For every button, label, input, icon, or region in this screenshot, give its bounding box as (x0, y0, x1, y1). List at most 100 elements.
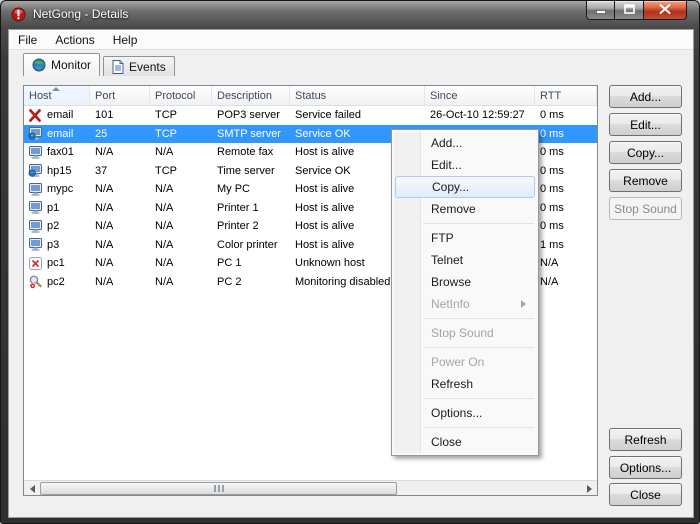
column-label: RTT (540, 90, 561, 102)
host-icon (27, 238, 43, 251)
context-menu-item-remove[interactable]: Remove (395, 198, 535, 220)
app-icon (11, 7, 26, 22)
title-bar[interactable]: NetGong - Details (1, 1, 699, 29)
cell-protocol: N/A (150, 220, 212, 232)
context-menu-item-power-on: Power On (395, 351, 535, 373)
column-header-status[interactable]: Status (290, 86, 425, 105)
context-menu-item-refresh[interactable]: Refresh (395, 373, 535, 395)
scroll-left-icon[interactable] (24, 481, 40, 496)
edit-button[interactable]: Edit... (609, 113, 682, 136)
monitoring-disabled-icon (27, 275, 43, 289)
context-menu-item-netinfo: NetInfo (395, 293, 535, 315)
cell-protocol: N/A (150, 146, 212, 158)
column-label: Protocol (155, 90, 195, 102)
context-menu-item-ftp[interactable]: FTP (395, 227, 535, 249)
options-button[interactable]: Options... (609, 456, 682, 479)
column-header-since[interactable]: Since (425, 86, 535, 105)
cell-host: email (24, 127, 90, 140)
menubar-item-actions[interactable]: Actions (46, 31, 103, 49)
close-button[interactable] (644, 1, 687, 20)
sort-ascending-icon (52, 87, 60, 91)
close-icon (659, 1, 671, 19)
cell-port: N/A (90, 183, 150, 195)
tab-monitor[interactable]: Monitor (23, 53, 100, 76)
cell-protocol: N/A (150, 276, 212, 288)
column-label: Since (430, 90, 458, 102)
add-button[interactable]: Add... (609, 85, 682, 108)
cell-description: Color printer (212, 239, 290, 251)
menu-separator (423, 347, 534, 348)
stop-sound-button[interactable]: Stop Sound (609, 197, 682, 220)
document-icon (112, 60, 124, 74)
tab-label: Monitor (51, 58, 91, 72)
unknown-host-icon (27, 257, 43, 270)
host-icon (27, 183, 43, 196)
cell-protocol: N/A (150, 202, 212, 214)
refresh-button[interactable]: Refresh (609, 428, 682, 451)
column-label: Status (295, 90, 326, 102)
menu-separator (423, 427, 534, 428)
cell-host: pc1 (24, 257, 90, 270)
menubar-item-help[interactable]: Help (104, 31, 147, 49)
cell-host: p1 (24, 201, 90, 214)
cell-rtt: 0 ms (535, 165, 597, 177)
remove-button[interactable]: Remove (609, 169, 682, 192)
grip-icon (218, 485, 220, 492)
column-header-description[interactable]: Description (212, 86, 290, 105)
tab-events[interactable]: Events (103, 56, 175, 76)
menu-separator (423, 223, 534, 224)
cell-description: Remote fax (212, 146, 290, 158)
horizontal-scrollbar[interactable] (24, 480, 597, 495)
service-ok-icon (27, 127, 43, 140)
cell-description: Time server (212, 165, 290, 177)
cell-protocol: TCP (150, 128, 212, 140)
column-header-port[interactable]: Port (90, 86, 150, 105)
submenu-arrow-icon (521, 300, 526, 308)
column-label: Port (95, 90, 115, 102)
service-ok-icon (27, 164, 43, 177)
column-header-host[interactable]: Host (24, 86, 90, 105)
context-menu-item-telnet[interactable]: Telnet (395, 249, 535, 271)
column-label: Description (217, 90, 272, 102)
context-menu-item-add[interactable]: Add... (395, 132, 535, 154)
cell-port: N/A (90, 257, 150, 269)
cell-protocol: N/A (150, 239, 212, 251)
context-menu: Add...Edit...Copy...Remove FTPTelnetBrows… (391, 129, 539, 456)
column-label: Host (29, 90, 52, 102)
column-header-rtt[interactable]: RTT (535, 86, 597, 105)
maximize-button[interactable] (615, 1, 644, 20)
cell-description: SMTP server (212, 128, 290, 140)
copy-button[interactable]: Copy... (609, 141, 682, 164)
cell-host: p3 (24, 238, 90, 251)
cell-status: Service failed (290, 109, 425, 121)
scrollbar-thumb[interactable] (40, 482, 397, 495)
column-header-protocol[interactable]: Protocol (150, 86, 212, 105)
cell-protocol: N/A (150, 257, 212, 269)
context-menu-item-copy[interactable]: Copy... (395, 176, 535, 198)
context-menu-item-options[interactable]: Options... (395, 402, 535, 424)
cell-rtt: 0 ms (535, 220, 597, 232)
cell-rtt: 0 ms (535, 109, 597, 121)
menu-separator (423, 398, 534, 399)
minimize-button[interactable] (586, 1, 615, 20)
menubar-item-file[interactable]: File (9, 31, 46, 49)
menu-separator (423, 318, 534, 319)
context-menu-item-browse[interactable]: Browse (395, 271, 535, 293)
cell-host: p2 (24, 220, 90, 233)
table-row[interactable]: email101TCPPOP3 serverService failed26-O… (24, 106, 597, 125)
globe-icon (32, 58, 46, 72)
scroll-right-icon[interactable] (581, 481, 597, 496)
close-button[interactable]: Close (609, 483, 682, 506)
context-menu-item-close[interactable]: Close (395, 431, 535, 453)
cell-description: My PC (212, 183, 290, 195)
cell-rtt: N/A (535, 257, 597, 269)
cell-port: N/A (90, 276, 150, 288)
cell-since: 26-Oct-10 12:59:27 (425, 109, 535, 121)
context-menu-item-edit[interactable]: Edit... (395, 154, 535, 176)
menu-bar: FileActionsHelp (9, 30, 693, 50)
maximize-icon (624, 1, 635, 19)
cell-rtt: 0 ms (535, 128, 597, 140)
tab-label: Events (129, 60, 166, 74)
cell-rtt: 0 ms (535, 183, 597, 195)
cell-description: POP3 server (212, 109, 290, 121)
